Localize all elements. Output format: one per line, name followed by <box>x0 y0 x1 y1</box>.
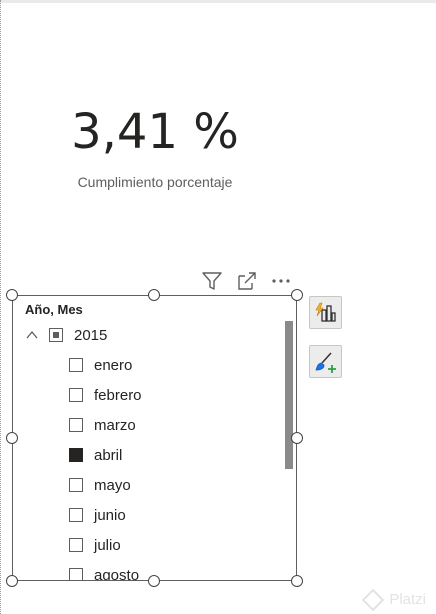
slicer-scrollbar[interactable] <box>285 321 293 469</box>
slicer-month-row[interactable]: marzo <box>69 414 136 436</box>
filter-icon[interactable] <box>201 270 223 292</box>
more-options-icon[interactable] <box>270 270 292 292</box>
month-checkbox[interactable] <box>69 508 83 522</box>
month-label: mayo <box>94 476 131 494</box>
resize-handle[interactable] <box>148 575 160 587</box>
month-checkbox[interactable] <box>69 388 83 402</box>
resize-handle[interactable] <box>291 575 303 587</box>
kpi-label: Cumplimiento porcentaje <box>77 174 233 190</box>
focus-mode-icon[interactable] <box>236 270 258 292</box>
resize-handle[interactable] <box>6 575 18 587</box>
kpi-value: 3,41 % <box>71 104 239 160</box>
canvas-top-strip <box>0 0 436 3</box>
slicer-month-row[interactable]: mayo <box>69 474 131 496</box>
slicer-title: Año, Mes <box>25 302 83 317</box>
resize-handle[interactable] <box>6 432 18 444</box>
slicer-month-row[interactable]: julio <box>69 534 121 556</box>
canvas-left-border <box>0 0 1 614</box>
chevron-up-icon[interactable] <box>25 328 39 342</box>
resize-handle[interactable] <box>291 289 303 301</box>
month-label: junio <box>94 506 126 524</box>
month-checkbox-checked[interactable] <box>69 448 83 462</box>
format-visual-button[interactable] <box>309 345 342 378</box>
month-checkbox[interactable] <box>69 538 83 552</box>
month-label: febrero <box>94 386 142 404</box>
resize-handle[interactable] <box>6 289 18 301</box>
month-checkbox[interactable] <box>69 478 83 492</box>
year-checkbox[interactable] <box>49 328 63 342</box>
platzi-watermark: Platzi <box>361 588 426 611</box>
month-label: marzo <box>94 416 136 434</box>
slicer-month-row[interactable]: enero <box>69 354 132 376</box>
build-visual-icon <box>314 302 336 322</box>
month-label: abril <box>94 446 123 464</box>
slicer-month-row[interactable]: febrero <box>69 384 142 406</box>
slicer-month-row[interactable]: agosto <box>69 564 140 581</box>
slicer-year-row[interactable]: 2015 <box>25 324 107 346</box>
format-visual-icon <box>314 351 336 373</box>
month-label: agosto <box>94 566 140 581</box>
month-checkbox[interactable] <box>69 358 83 372</box>
month-checkbox[interactable] <box>69 568 83 580</box>
watermark-text: Platzi <box>389 591 426 608</box>
resize-handle[interactable] <box>291 432 303 444</box>
month-label: julio <box>94 536 121 554</box>
month-label: enero <box>94 356 133 374</box>
platzi-logo-icon <box>361 588 385 611</box>
build-visual-button[interactable] <box>309 296 342 329</box>
resize-handle[interactable] <box>148 289 160 301</box>
year-month-slicer[interactable]: Año, Mes 2015 enero febrero marzo abril … <box>12 295 297 581</box>
slicer-month-row[interactable]: junio <box>69 504 126 526</box>
slicer-month-row[interactable]: abril <box>69 444 122 466</box>
year-label: 2015 <box>74 326 108 344</box>
month-checkbox[interactable] <box>69 418 83 432</box>
